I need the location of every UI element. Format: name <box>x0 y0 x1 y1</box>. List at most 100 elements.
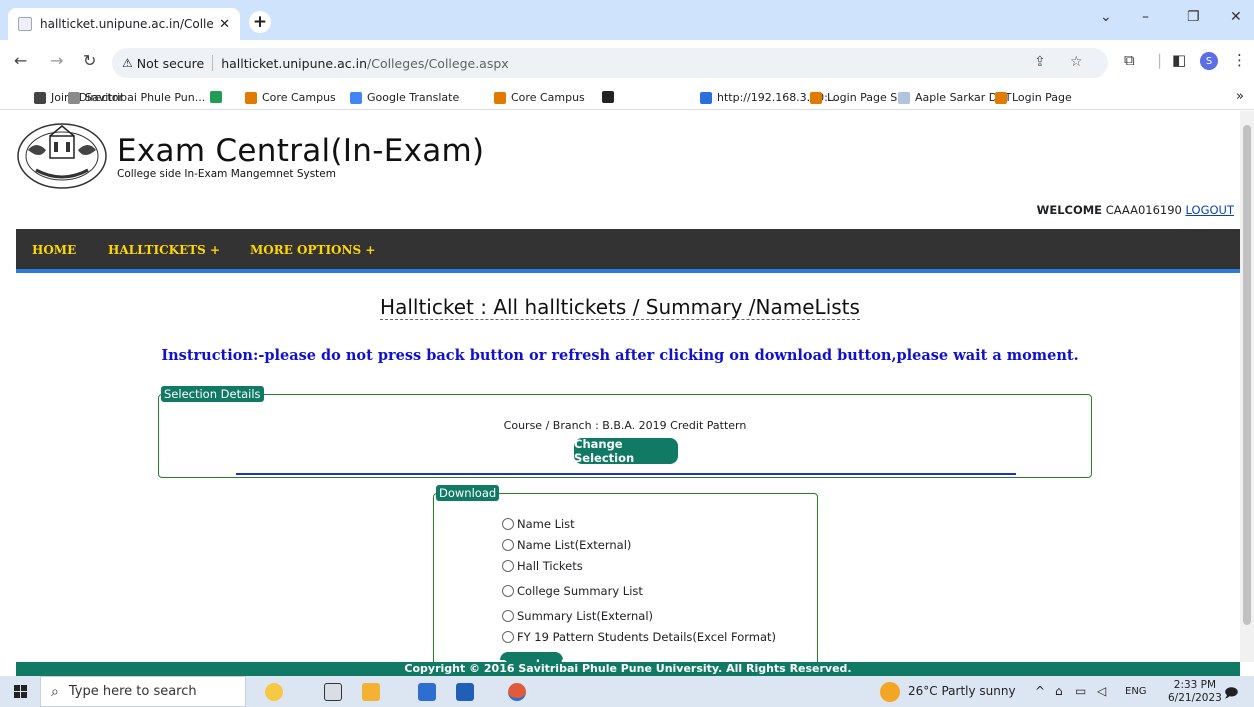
browser-toolbar: ← → ↻ ⚠ Not secure hallticket.unipune.ac… <box>0 40 1254 86</box>
bookmark-label: Login Page SR <box>827 91 905 104</box>
radio-button[interactable] <box>502 610 514 622</box>
scrollbar-thumb[interactable] <box>1243 125 1251 625</box>
bookmark-favicon-icon <box>810 91 822 104</box>
windows-start-icon[interactable] <box>14 685 28 699</box>
taskbar-search-box[interactable]: ⌕ Type here to search <box>40 676 246 707</box>
radio-button[interactable] <box>502 518 514 530</box>
display-icon[interactable]: ▭ <box>1075 684 1086 698</box>
bookmark-favicon-icon <box>898 91 910 104</box>
security-label[interactable]: Not secure <box>137 56 204 71</box>
warning-icon: ⚠ <box>122 56 133 70</box>
file-explorer-icon[interactable] <box>362 683 380 701</box>
weather-text[interactable]: 26°C Partly sunny <box>908 684 1016 698</box>
download-button[interactable]: Download <box>498 652 565 662</box>
download-panel: Download Name List Name List(External) H… <box>433 485 818 662</box>
main-menu-bar: HOME HALLTICKETS + MORE OPTIONS + <box>16 229 1240 273</box>
bookmark-label: Core Campus <box>511 91 585 104</box>
bookmark-icon-only[interactable] <box>210 91 227 103</box>
windows-taskbar: ⌕ Type here to search 26°C Partly sunny … <box>0 676 1254 707</box>
forward-arrow-icon[interactable]: → <box>50 51 63 70</box>
option-label: Hall Tickets <box>517 559 583 573</box>
page-favicon-icon <box>18 17 32 31</box>
clock-time: 2:33 PM <box>1173 679 1217 691</box>
site-subtitle: College side In-Exam Mangemnet System <box>117 168 336 180</box>
menu-halltickets[interactable]: HALLTICKETS + <box>108 243 220 257</box>
notifications-icon[interactable]: 🗩 <box>1224 684 1238 706</box>
system-clock[interactable]: 2:33 PM 6/21/2023 <box>1168 679 1222 705</box>
weather-icon[interactable] <box>880 682 900 702</box>
bookmark-favicon-icon <box>602 91 614 103</box>
page-scrollbar[interactable] <box>1240 111 1254 662</box>
bookmark-favicon-icon <box>245 91 257 104</box>
back-arrow-icon[interactable]: ← <box>14 51 27 70</box>
tab-close-icon[interactable]: ✕ <box>219 17 230 32</box>
option-label: Summary List(External) <box>517 609 654 623</box>
course-branch-text: Course / Branch : B.B.A. 2019 Credit Pat… <box>503 419 747 432</box>
store-icon[interactable] <box>418 683 436 701</box>
change-selection-button[interactable]: Change Selection <box>574 437 678 465</box>
bookmark-item[interactable]: Savitribai Phule Pun... <box>68 91 205 104</box>
bookmark-star-icon[interactable]: ☆ <box>1070 54 1083 70</box>
option-name-list[interactable]: Name List <box>502 517 575 531</box>
profile-avatar[interactable]: S <box>1200 52 1218 70</box>
option-summary-list-external[interactable]: Summary List(External) <box>502 609 653 623</box>
option-fy19-students-details[interactable]: FY 19 Pattern Students Details(Excel For… <box>502 630 776 644</box>
chrome-icon[interactable] <box>508 683 526 701</box>
divider-line <box>236 473 1016 475</box>
bookmark-item[interactable]: Core Campus <box>494 91 585 104</box>
radio-button[interactable] <box>502 631 514 643</box>
mail-icon[interactable] <box>456 683 474 701</box>
extensions-icon[interactable]: ⧉ <box>1124 51 1135 69</box>
reload-icon[interactable]: ↻ <box>83 51 96 70</box>
logout-link[interactable]: LOGOUT <box>1186 203 1234 217</box>
bookmark-icon-only[interactable] <box>602 91 619 103</box>
bookmark-item[interactable]: Login Page SR <box>810 91 905 104</box>
share-icon[interactable]: ⇪ <box>1034 54 1046 70</box>
close-window-button[interactable]: ✕ <box>1230 9 1242 25</box>
browser-tab[interactable]: hallticket.unipune.ac.in/College ✕ <box>8 8 240 40</box>
bookmark-label: Google Translate <box>367 91 460 104</box>
option-hall-tickets[interactable]: Hall Tickets <box>502 559 583 573</box>
bookmark-item[interactable]: Core Campus <box>245 91 336 104</box>
page-heading-text: Hallticket : All halltickets / Summary /… <box>380 295 860 320</box>
address-bar[interactable]: ⚠ Not secure hallticket.unipune.ac.in /C… <box>112 48 1108 78</box>
bookmark-favicon-icon <box>700 91 712 104</box>
task-view-icon[interactable] <box>324 683 342 701</box>
radio-button[interactable] <box>502 539 514 551</box>
cortana-icon[interactable] <box>265 683 283 701</box>
menu-kebab-icon[interactable]: ⋮ <box>1232 51 1247 69</box>
more-bookmarks-icon[interactable]: » <box>1236 89 1244 104</box>
page-heading: Hallticket : All halltickets / Summary /… <box>0 295 1240 320</box>
welcome-bar: WELCOME CAAA016190 LOGOUT <box>1037 203 1234 217</box>
side-panel-icon[interactable]: ◧ <box>1172 51 1186 69</box>
language-indicator[interactable]: ENG <box>1125 686 1147 697</box>
tab-title: hallticket.unipune.ac.in/College <box>40 17 214 31</box>
option-name-list-external[interactable]: Name List(External) <box>502 538 631 552</box>
new-tab-button[interactable]: + <box>249 11 271 33</box>
bookmark-item[interactable]: Login Page <box>995 91 1072 104</box>
bookmark-item[interactable]: Google Translate <box>350 91 459 104</box>
university-seal-logo <box>17 123 107 189</box>
option-college-summary-list[interactable]: College Summary List <box>502 584 643 598</box>
network-icon[interactable]: ⌂ <box>1055 684 1063 698</box>
download-legend: Download <box>436 485 500 501</box>
menu-home[interactable]: HOME <box>32 243 76 257</box>
bookmarks-bar: » Joint Director Savitribai Phule Pun... C… <box>0 86 1254 110</box>
radio-button[interactable] <box>502 560 514 572</box>
address-divider <box>212 55 214 71</box>
tray-chevron-icon[interactable]: ^ <box>1035 684 1045 698</box>
search-placeholder: Type here to search <box>68 684 197 699</box>
user-id: CAAA016190 <box>1105 203 1182 217</box>
volume-muted-icon[interactable]: ◁ <box>1097 684 1106 698</box>
clock-date: 6/21/2023 <box>1168 692 1222 704</box>
bookmark-label: Login Page <box>1012 91 1072 104</box>
instruction-text: Instruction:-please do not press back bu… <box>161 347 1079 364</box>
menu-more-options[interactable]: MORE OPTIONS + <box>250 243 375 257</box>
radio-button[interactable] <box>502 585 514 597</box>
bookmark-label: Core Campus <box>262 91 336 104</box>
minimize-button[interactable]: – <box>1142 9 1149 25</box>
option-label: Name List(External) <box>517 538 632 552</box>
bookmark-label: Savitribai Phule Pun... <box>85 91 206 104</box>
restore-button[interactable]: ❐ <box>1187 9 1200 25</box>
tab-search-chevron-icon[interactable]: ⌄ <box>1100 9 1112 25</box>
